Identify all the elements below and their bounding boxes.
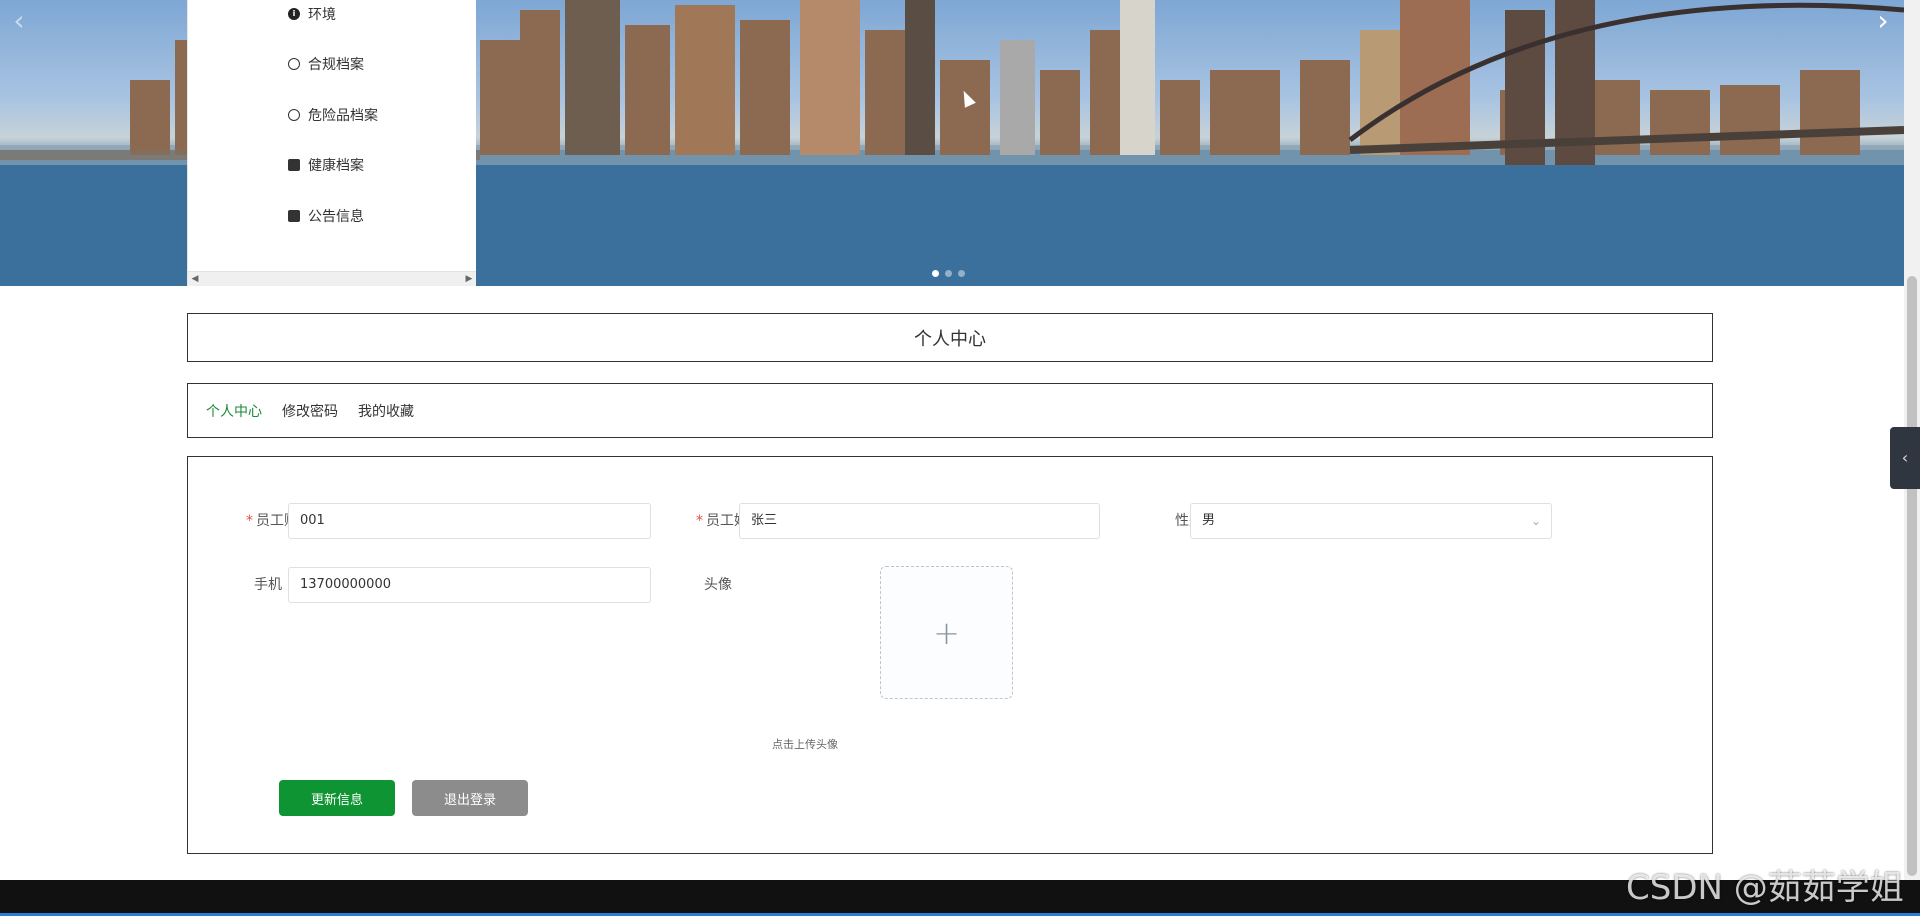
chevron-down-icon: ⌄ bbox=[1530, 514, 1541, 528]
nav-dropdown-menu: i 环境 合规档案 危险品档案 健康档案 公告信息 ◀ ▶ bbox=[187, 0, 476, 286]
menu-horizontal-scrollbar[interactable]: ◀ ▶ bbox=[188, 271, 476, 286]
menu-item-health[interactable]: 健康档案 bbox=[288, 155, 364, 175]
profile-form: * 员工账号 001 * 员工姓名 张三 性别 男 ⌄ 手机 13700000000… bbox=[187, 456, 1713, 854]
menu-item-hazardous[interactable]: 危险品档案 bbox=[288, 105, 378, 125]
watermark: CSDN @茹茹学姐 bbox=[1626, 868, 1904, 908]
carousel-dot-3[interactable] bbox=[958, 270, 965, 277]
menu-item-label: 健康档案 bbox=[308, 158, 364, 174]
carousel-next-button[interactable]: › bbox=[1868, 6, 1898, 36]
phone-label: 手机 bbox=[254, 577, 282, 593]
upload-hint: 点击上传头像 bbox=[772, 738, 838, 751]
name-input[interactable]: 张三 bbox=[739, 503, 1100, 539]
carousel-prev-button[interactable]: ‹ bbox=[4, 6, 34, 36]
page-title: 个人中心 bbox=[914, 328, 986, 350]
carousel-indicators bbox=[932, 270, 965, 277]
phone-input[interactable]: 13700000000 bbox=[288, 567, 651, 603]
circle-icon bbox=[288, 109, 300, 121]
tabs-bar: 个人中心 修改密码 我的收藏 bbox=[187, 383, 1713, 438]
car-icon bbox=[288, 210, 300, 222]
menu-item-label: 环境 bbox=[308, 7, 336, 23]
update-info-button[interactable]: 更新信息 bbox=[279, 780, 395, 816]
required-star: * bbox=[246, 513, 253, 529]
required-star: * bbox=[696, 513, 703, 529]
tab-profile[interactable]: 个人中心 bbox=[206, 401, 262, 421]
scroll-right-icon[interactable]: ▶ bbox=[462, 272, 476, 286]
camera-icon bbox=[288, 159, 300, 171]
menu-item-label: 危险品档案 bbox=[308, 108, 378, 124]
menu-item-label: 公告信息 bbox=[308, 209, 364, 225]
side-panel-toggle[interactable]: ‹ bbox=[1890, 427, 1920, 489]
menu-item-notice[interactable]: 公告信息 bbox=[288, 206, 364, 226]
avatar-label: 头像 bbox=[704, 577, 732, 593]
chevron-left-icon: ‹ bbox=[1901, 448, 1909, 467]
info-icon: i bbox=[288, 8, 300, 20]
account-input[interactable]: 001 bbox=[288, 503, 651, 539]
tab-my-favorites[interactable]: 我的收藏 bbox=[358, 401, 414, 421]
tab-change-password[interactable]: 修改密码 bbox=[282, 401, 338, 421]
carousel-dot-1[interactable] bbox=[932, 270, 939, 277]
scrollbar-thumb[interactable] bbox=[1907, 276, 1917, 876]
scroll-left-icon[interactable]: ◀ bbox=[188, 272, 202, 286]
carousel-dot-2[interactable] bbox=[945, 270, 952, 277]
logout-button[interactable]: 退出登录 bbox=[412, 780, 528, 816]
page-title-box: 个人中心 bbox=[187, 313, 1713, 362]
menu-item-compliance[interactable]: 合规档案 bbox=[288, 54, 364, 74]
gender-select[interactable]: 男 ⌄ bbox=[1190, 503, 1552, 539]
gender-value: 男 bbox=[1202, 513, 1216, 528]
avatar-upload[interactable]: + bbox=[880, 566, 1013, 699]
circle-icon bbox=[288, 58, 300, 70]
menu-item-environment[interactable]: i 环境 bbox=[288, 4, 336, 24]
plus-icon: + bbox=[933, 613, 960, 652]
menu-item-label: 合规档案 bbox=[308, 57, 364, 73]
